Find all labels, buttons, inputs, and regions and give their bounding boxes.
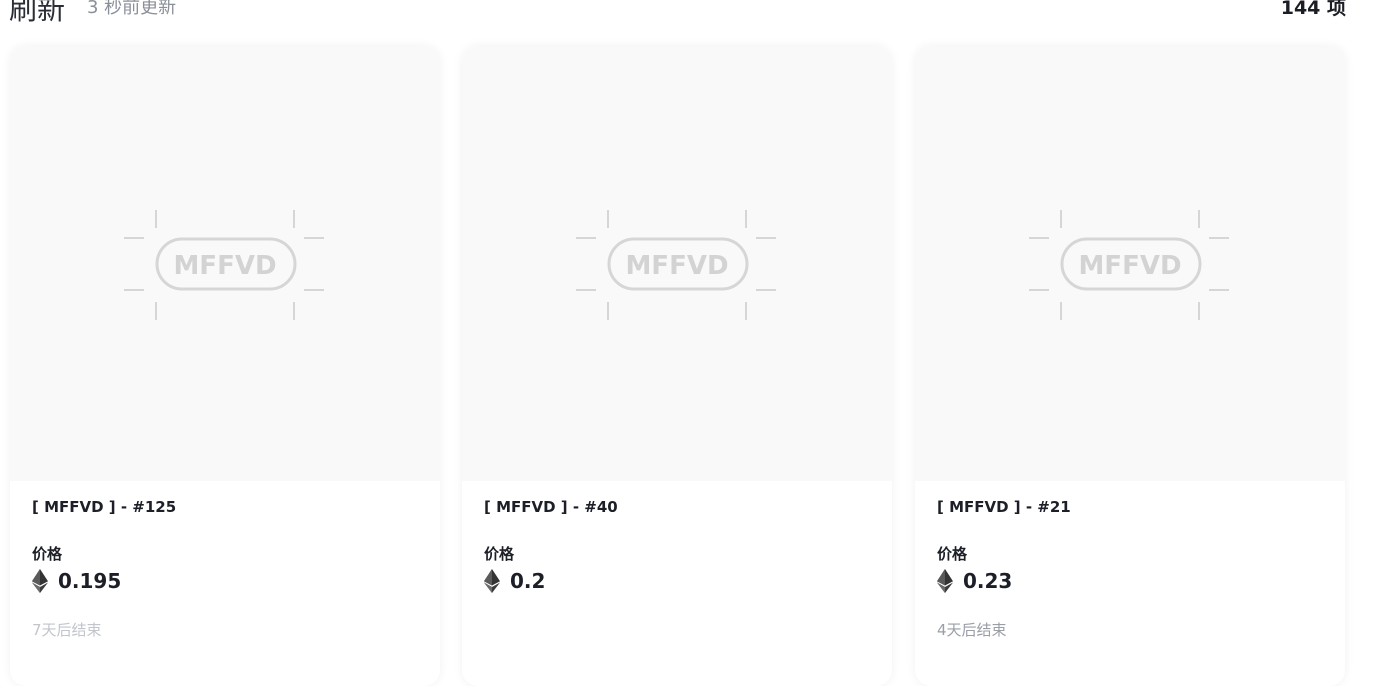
ethereum-icon [32,569,48,593]
price-label: 价格 [32,545,63,563]
nft-title[interactable]: [ MFFVD ] - #125 [32,498,176,516]
ethereum-icon [484,569,500,593]
mffvd-logo-placeholder: MFFVD [576,210,776,320]
price-value: 0.195 [58,569,122,593]
nft-card[interactable]: MFFVD [ MFFVD ] - #21 价格 0.23 4天后结束 [915,46,1345,686]
ethereum-icon [937,569,953,593]
nft-card[interactable]: MFFVD [ MFFVD ] - #125 价格 0.195 7天后结束 [10,46,440,686]
mffvd-logo-placeholder: MFFVD [1029,210,1229,320]
nft-thumbnail[interactable]: MFFVD [462,46,892,481]
nft-title[interactable]: [ MFFVD ] - #40 [484,498,618,516]
list-header: 刷新 3 秒前更新 144 项 [0,0,1374,30]
refresh-button[interactable]: 刷新 [9,0,65,30]
mffvd-logo-placeholder: MFFVD [124,210,324,320]
placeholder-text: MFFVD [625,251,728,281]
item-count: 144 项 [1280,0,1346,19]
price-value: 0.2 [510,569,546,593]
placeholder-text: MFFVD [1078,251,1181,281]
nft-card-grid: MFFVD [ MFFVD ] - #125 价格 0.195 7天后结束 MF… [0,46,1374,686]
last-updated-text: 3 秒前更新 [87,0,177,18]
nft-title[interactable]: [ MFFVD ] - #21 [937,498,1071,516]
price-row: 0.23 [937,568,1012,594]
auction-end-text: 7天后结束 [32,621,102,639]
nft-thumbnail[interactable]: MFFVD [915,46,1345,481]
price-label: 价格 [484,545,515,563]
price-label: 价格 [937,545,968,563]
placeholder-text: MFFVD [173,251,276,281]
price-value: 0.23 [963,569,1013,593]
nft-thumbnail[interactable]: MFFVD [10,46,440,481]
nft-card[interactable]: MFFVD [ MFFVD ] - #40 价格 0.2 [462,46,892,686]
price-row: 0.195 [32,568,121,594]
auction-end-text: 4天后结束 [937,621,1007,639]
price-row: 0.2 [484,568,545,594]
